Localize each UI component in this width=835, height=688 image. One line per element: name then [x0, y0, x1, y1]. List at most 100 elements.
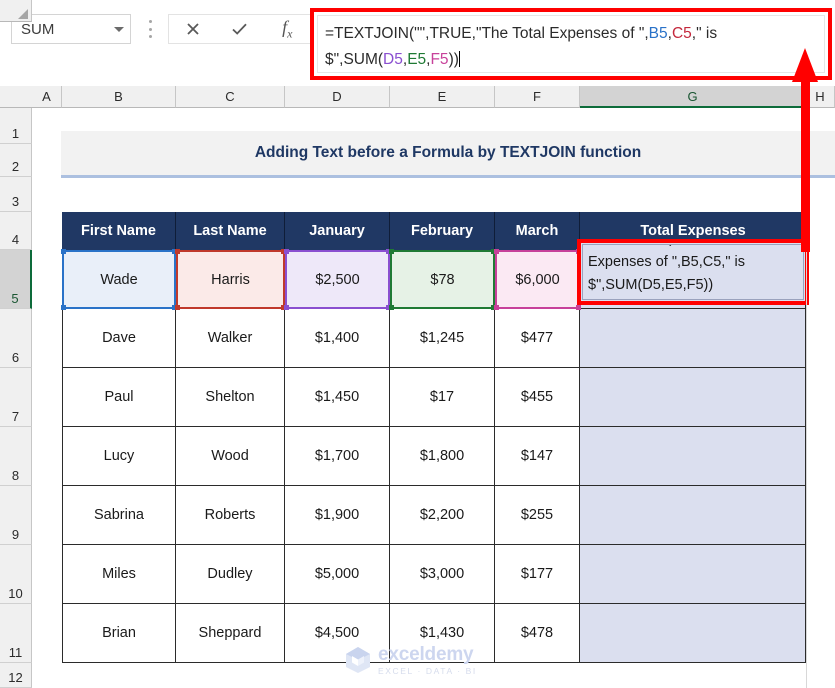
table-cell-january[interactable]: $1,400: [285, 309, 390, 368]
table-cell-march[interactable]: $255: [495, 486, 580, 545]
formula-segment: SUM(: [343, 51, 383, 68]
table-cell-total[interactable]: [580, 545, 806, 604]
table-cell-first-name[interactable]: Lucy: [62, 427, 176, 486]
formula-action-buttons: fx: [168, 14, 312, 44]
chevron-down-icon[interactable]: [114, 27, 124, 32]
table-cell-total[interactable]: [580, 427, 806, 486]
reference-handle-icon[interactable]: [494, 305, 499, 310]
fx-insert-function-icon[interactable]: fx: [267, 15, 307, 43]
table-cell-last-name[interactable]: Sheppard: [176, 604, 285, 663]
formula-input[interactable]: =TEXTJOIN("",TRUE,"The Total Expenses of…: [317, 15, 825, 73]
reference-handle-icon[interactable]: [494, 249, 499, 254]
table-header-cell[interactable]: First Name: [62, 212, 176, 250]
table-cell-march[interactable]: $177: [495, 545, 580, 604]
formula-segment: D5: [383, 51, 403, 68]
table-cell-february[interactable]: $1,245: [390, 309, 495, 368]
table-cell-first-name[interactable]: Miles: [62, 545, 176, 604]
reference-handle-icon[interactable]: [175, 249, 180, 254]
table-cell-first-name[interactable]: Paul: [62, 368, 176, 427]
table-cell-last-name[interactable]: Shelton: [176, 368, 285, 427]
g5-editing-cell[interactable]: =TEXTJOIN("",TRUE,"The Total Expenses of…: [582, 244, 804, 300]
table-cell-last-name[interactable]: Walker: [176, 309, 285, 368]
column-header-f[interactable]: F: [495, 86, 580, 108]
row-header-12[interactable]: 12: [0, 663, 32, 688]
table-cell-february[interactable]: $17: [390, 368, 495, 427]
table-cell-january[interactable]: $1,700: [285, 427, 390, 486]
table-cell-last-name[interactable]: Roberts: [176, 486, 285, 545]
table-cell-total[interactable]: [580, 604, 806, 663]
column-header-b[interactable]: B: [62, 86, 176, 108]
table-cell-march[interactable]: $477: [495, 309, 580, 368]
reference-handle-icon[interactable]: [389, 249, 394, 254]
row-header-5[interactable]: 5: [0, 250, 32, 309]
row-header-4[interactable]: 4: [0, 212, 32, 250]
text-caret: [459, 51, 460, 67]
g5-cell-red-box[interactable]: =TEXTJOIN("",TRUE,"The Total Expenses of…: [577, 239, 809, 305]
table-cell-january[interactable]: $1,900: [285, 486, 390, 545]
formula-segment: F5: [430, 51, 448, 68]
reference-cell-d5[interactable]: $2,500: [285, 250, 390, 309]
table-cell-february[interactable]: $1,430: [390, 604, 495, 663]
table-cell-total[interactable]: [580, 486, 806, 545]
table-cell-march[interactable]: $455: [495, 368, 580, 427]
table-cell-total[interactable]: [580, 368, 806, 427]
table-cell-total[interactable]: [580, 309, 806, 368]
table-cell-january[interactable]: $4,500: [285, 604, 390, 663]
reference-cell-c5[interactable]: Harris: [176, 250, 285, 309]
reference-handle-icon[interactable]: [175, 305, 180, 310]
column-header-d[interactable]: D: [285, 86, 390, 108]
column-header-h[interactable]: H: [806, 86, 835, 108]
table-cell-january[interactable]: $5,000: [285, 545, 390, 604]
table-cell-february[interactable]: $2,200: [390, 486, 495, 545]
row-header-11[interactable]: 11: [0, 604, 32, 663]
enter-check-icon[interactable]: [220, 15, 260, 43]
select-all-corner[interactable]: [0, 0, 32, 22]
red-up-arrow-annotation: [801, 80, 810, 252]
cancel-x-icon[interactable]: [173, 15, 213, 43]
row-header-1[interactable]: 1: [0, 108, 32, 144]
row-header-2[interactable]: 2: [0, 144, 32, 177]
table-cell-first-name[interactable]: Dave: [62, 309, 176, 368]
table-cell-march[interactable]: $147: [495, 427, 580, 486]
row-header-7[interactable]: 7: [0, 368, 32, 427]
row-header-6[interactable]: 6: [0, 309, 32, 368]
reference-cell-b5[interactable]: Wade: [62, 250, 176, 309]
column-header-g[interactable]: G: [580, 86, 806, 108]
column-header-e[interactable]: E: [390, 86, 495, 108]
excel-screenshot: SUM fx =TEXTJOIN("",TRUE,"The Total Exp: [0, 0, 835, 688]
formula-bar-grip[interactable]: [147, 18, 153, 40]
reference-cell-e5[interactable]: $78: [390, 250, 495, 309]
reference-handle-icon[interactable]: [284, 305, 289, 310]
table-cell-first-name[interactable]: Sabrina: [62, 486, 176, 545]
table-cell-first-name[interactable]: Brian: [62, 604, 176, 663]
reference-cell-f5[interactable]: $6,000: [495, 250, 580, 309]
reference-handle-icon[interactable]: [284, 249, 289, 254]
select-all-triangle-icon: [18, 9, 28, 19]
table-header-cell[interactable]: March: [495, 212, 580, 250]
worksheet-grid: Adding Text before a Formula by TEXTJOIN…: [32, 108, 835, 688]
table-cell-january[interactable]: $1,450: [285, 368, 390, 427]
table-cell-last-name[interactable]: Wood: [176, 427, 285, 486]
table-header-cell[interactable]: February: [390, 212, 495, 250]
reference-handle-icon[interactable]: [576, 305, 581, 310]
reference-handle-icon[interactable]: [61, 249, 66, 254]
formula-segment: B5: [649, 25, 668, 42]
table-cell-february[interactable]: $3,000: [390, 545, 495, 604]
table-header-cell[interactable]: Last Name: [176, 212, 285, 250]
reference-handle-icon[interactable]: [389, 305, 394, 310]
name-box-value: SUM: [21, 21, 114, 38]
formula-segment: E5: [407, 51, 426, 68]
formula-segment: =TEXTJOIN("",TRUE,"The Total Expenses of…: [325, 25, 649, 42]
row-header-10[interactable]: 10: [0, 545, 32, 604]
row-header-9[interactable]: 9: [0, 486, 32, 545]
table-header-cell[interactable]: January: [285, 212, 390, 250]
formula-segment: C5: [672, 25, 692, 42]
column-header-c[interactable]: C: [176, 86, 285, 108]
table-cell-february[interactable]: $1,800: [390, 427, 495, 486]
row-header-3[interactable]: 3: [0, 177, 32, 212]
column-header-a[interactable]: A: [32, 86, 62, 108]
row-header-8[interactable]: 8: [0, 427, 32, 486]
reference-handle-icon[interactable]: [61, 305, 66, 310]
table-cell-march[interactable]: $478: [495, 604, 580, 663]
table-cell-last-name[interactable]: Dudley: [176, 545, 285, 604]
